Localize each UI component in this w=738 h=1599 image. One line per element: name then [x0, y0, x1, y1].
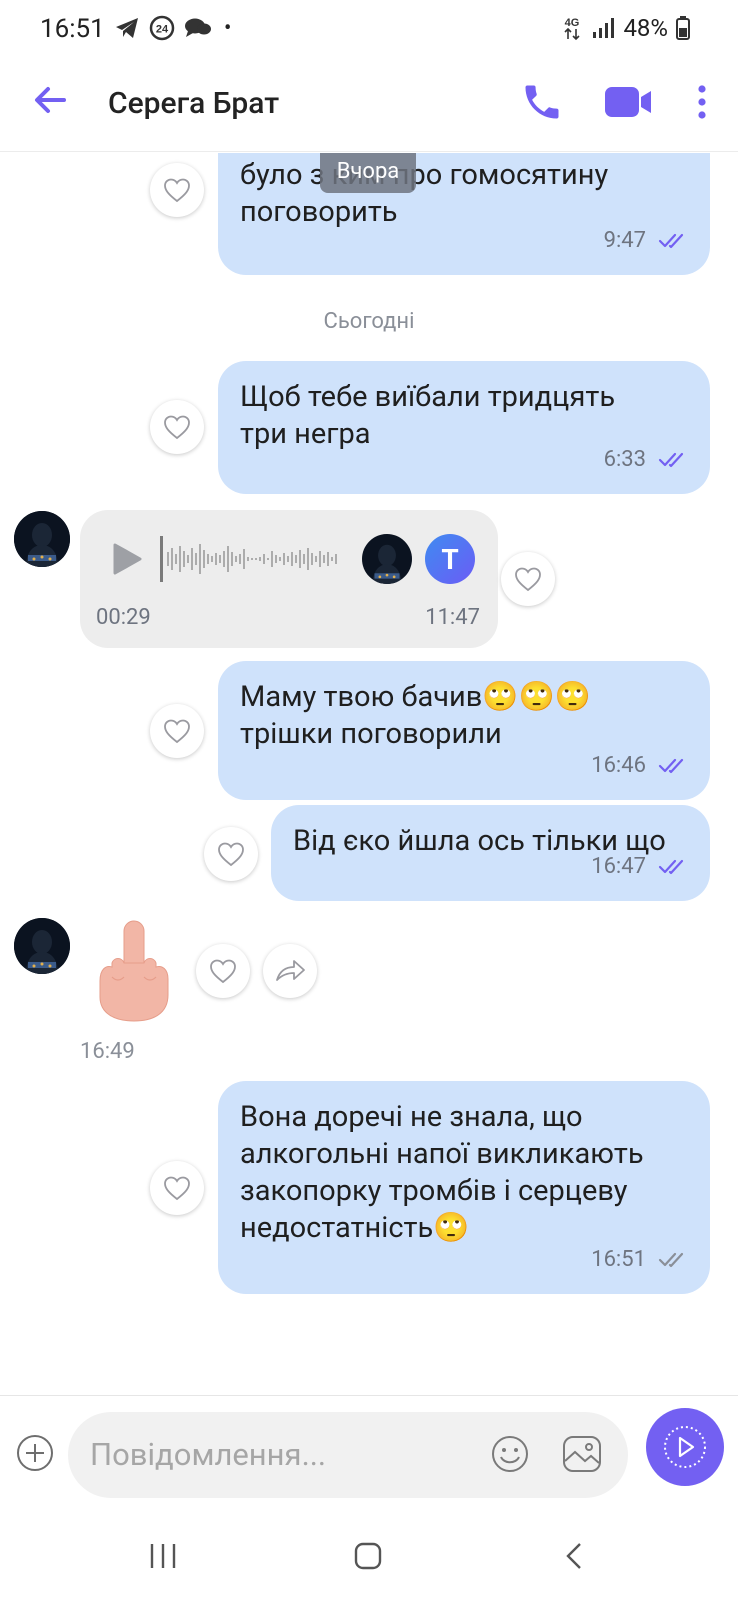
plus-icon: [17, 1435, 53, 1471]
send-voice-button[interactable]: [646, 1408, 724, 1486]
recent-apps-icon: [150, 1544, 176, 1568]
more-options-button[interactable]: [690, 82, 714, 122]
message-meta: 6:33: [604, 441, 688, 478]
emoji-button[interactable]: [490, 1434, 530, 1474]
like-button[interactable]: [196, 944, 250, 998]
signal-icon: [593, 18, 615, 38]
chat-area[interactable]: було з ким про гомосятину поговорить 9:4…: [0, 153, 738, 1395]
chat-header: Серега Брат: [0, 58, 738, 152]
floating-date-chip: Вчора: [320, 153, 416, 193]
back-button[interactable]: [30, 80, 70, 120]
message-text: Маму твою бачив🙄🙄🙄 трішки поговорили: [240, 680, 591, 751]
status-bar: 16:51 24 • 4G 48%: [0, 0, 738, 58]
message-time: 9:47: [603, 228, 646, 253]
message-time: 16:51: [591, 1247, 646, 1272]
battery-icon: [676, 16, 690, 40]
video-camera-icon: [605, 87, 651, 117]
voice-message-bubble[interactable]: T 00:29 11:47: [80, 510, 498, 648]
svg-text:4G: 4G: [565, 17, 580, 29]
message-input-placeholder: Повідомлення...: [90, 1436, 327, 1473]
transcribe-badge[interactable]: T: [425, 534, 475, 584]
message-bubble-outgoing[interactable]: Щоб тебе виїбали тридцять три негра 6:33: [218, 361, 710, 494]
message-time: 16:46: [591, 753, 646, 778]
message-bubble-outgoing[interactable]: Від єко йшла ось тільки що 16:47: [271, 805, 710, 901]
like-button[interactable]: [150, 400, 204, 454]
message-time: 6:33: [603, 447, 646, 472]
middle-finger-sticker[interactable]: [92, 919, 176, 1025]
message-text: було з ким про гомосятину поговорить: [240, 158, 609, 229]
record-play-icon: [664, 1426, 706, 1468]
message-time: 11:47: [425, 605, 480, 630]
avatar-image: [362, 534, 412, 584]
telegram-icon: [116, 18, 138, 38]
forward-arrow-icon: [276, 960, 305, 981]
status-time: 16:51: [40, 14, 105, 44]
waveform-icon[interactable]: [158, 534, 348, 584]
avatar-image: [14, 918, 70, 974]
play-icon[interactable]: [110, 542, 144, 576]
heart-icon: [164, 178, 190, 203]
voice-sender-avatar: [362, 534, 412, 584]
like-button[interactable]: [150, 1161, 204, 1215]
heart-icon: [218, 842, 244, 867]
message-text: Вона доречі не знала, що алкогольні напо…: [240, 1100, 644, 1245]
chat-bubbles-icon: [185, 18, 211, 37]
voice-call-button[interactable]: [520, 80, 564, 124]
status-right: 4G 48%: [561, 14, 690, 42]
attach-button[interactable]: [16, 1434, 54, 1472]
system-back-button[interactable]: [562, 1541, 586, 1571]
svg-text:24: 24: [156, 24, 169, 36]
heart-icon: [515, 567, 541, 592]
battery-percent: 48%: [623, 14, 668, 42]
24-channel-icon: 24: [149, 15, 175, 41]
voice-duration: 00:29: [96, 605, 151, 630]
message-meta: 9:47: [604, 222, 688, 259]
avatar[interactable]: [14, 511, 70, 567]
message-meta: 16:47: [591, 848, 688, 885]
network-4g-icon: 4G: [564, 17, 581, 41]
recent-apps-button[interactable]: [148, 1541, 178, 1571]
like-button[interactable]: [150, 704, 204, 758]
message-time: 16:47: [591, 854, 646, 879]
heart-icon: [164, 1176, 190, 1201]
contact-name[interactable]: Серега Брат: [108, 86, 279, 121]
arrow-left-icon: [35, 87, 66, 113]
gallery-button[interactable]: [561, 1434, 603, 1474]
home-button[interactable]: [353, 1541, 383, 1571]
like-button[interactable]: [204, 827, 258, 881]
heart-icon: [210, 959, 236, 984]
heart-icon: [164, 719, 190, 744]
image-icon: [563, 1436, 601, 1472]
avatar[interactable]: [14, 918, 70, 974]
message-meta: 16:46: [591, 747, 688, 784]
double-check-icon: [658, 233, 684, 248]
message-input-bar: Повідомлення...: [0, 1395, 738, 1513]
message-bubble-outgoing[interactable]: було з ким про гомосятину поговорить 9:4…: [218, 153, 710, 275]
like-button[interactable]: [150, 163, 204, 217]
phone-icon: [525, 85, 559, 119]
more-notifications-dot: •: [224, 15, 232, 41]
smiley-icon: [492, 1436, 528, 1472]
message-input[interactable]: Повідомлення...: [68, 1412, 628, 1498]
heart-icon: [164, 415, 190, 440]
double-check-icon: [658, 1252, 684, 1267]
double-check-icon: [658, 859, 684, 874]
viber-chat-screen: 16:51 24 • 4G 48% Серега Брат було з про…: [0, 0, 738, 1599]
system-navigation-bar: [0, 1513, 738, 1599]
chevron-left-icon: [566, 1543, 581, 1569]
message-bubble-outgoing[interactable]: Вона доречі не знала, що алкогольні напо…: [218, 1081, 710, 1294]
forward-button[interactable]: [263, 944, 317, 998]
avatar-image: [14, 511, 70, 567]
message-meta: 16:51: [591, 1241, 688, 1278]
date-separator: Сьогодні: [323, 309, 415, 334]
message-bubble-outgoing[interactable]: Маму твою бачив🙄🙄🙄 трішки поговорили 16:…: [218, 661, 710, 800]
video-call-button[interactable]: [603, 82, 653, 122]
notification-icons: 24 •: [114, 14, 231, 42]
more-vertical-icon: [698, 85, 706, 119]
double-check-icon: [658, 758, 684, 773]
like-button[interactable]: [501, 552, 555, 606]
double-check-icon: [658, 452, 684, 467]
message-time: 16:49: [80, 1039, 135, 1064]
home-icon: [354, 1542, 382, 1570]
